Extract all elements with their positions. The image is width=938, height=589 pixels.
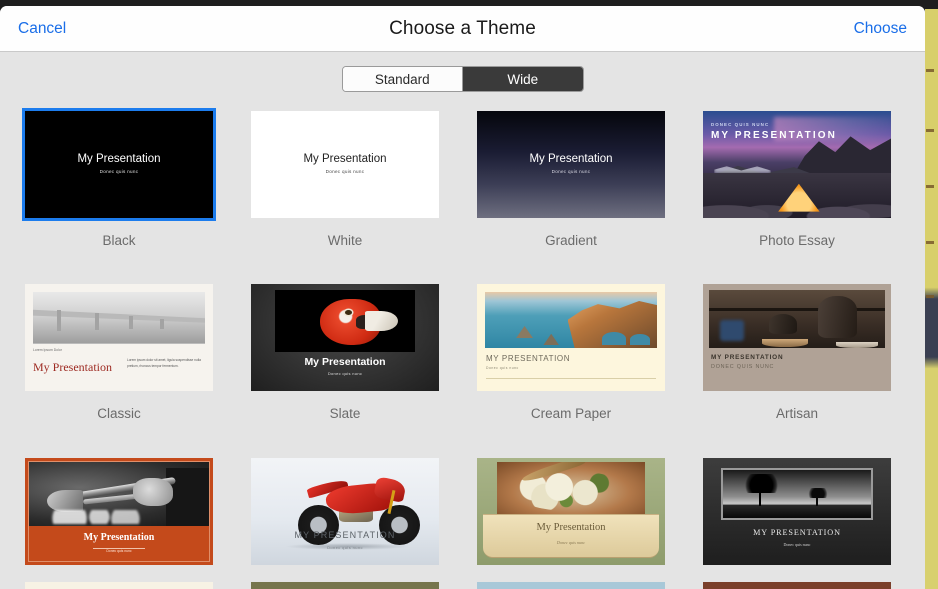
- theme-thumbnail-cream-paper[interactable]: MY PRESENTATION Donec quis nunc: [474, 281, 668, 394]
- theme-cell-renaissance[interactable]: My Presentation Donec quis nunc Renaissa…: [474, 455, 668, 589]
- slide-subtitle: DONEC QUIS NUNC: [711, 364, 774, 370]
- theme-cell-classic[interactable]: Lorem Ipsum Dolor My Presentation Lorem …: [22, 281, 216, 441]
- theme-thumbnail-gradient[interactable]: My Presentation Donec quis nunc: [474, 108, 668, 221]
- choose-button[interactable]: Choose: [848, 16, 913, 42]
- theme-thumbnail-artisan[interactable]: MY PRESENTATION DONEC QUIS NUNC: [700, 281, 894, 394]
- slide-title: MY PRESENTATION: [703, 528, 891, 537]
- sheet-header: Cancel Choose a Theme Choose: [0, 6, 925, 52]
- food-photo: [497, 462, 645, 516]
- slide-subtitle: Lorem Ipsum Dolor: [33, 348, 62, 352]
- theme-thumbnail-photo-essay[interactable]: DONEC QUIS NUNC MY PRESENTATION: [700, 108, 894, 221]
- theme-thumbnail-white[interactable]: My Presentation Donec quis nunc: [248, 108, 442, 221]
- pottery-photo: [709, 290, 885, 348]
- page-title: Choose a Theme: [389, 18, 536, 40]
- theme-label: White: [248, 234, 442, 248]
- background-document-strip: [925, 9, 938, 589]
- theme-thumbnail-improv[interactable]: My Presentation Donec quis nunc: [22, 455, 216, 568]
- slide-subtitle: DONEC QUIS NUNC: [711, 122, 769, 127]
- theme-cell-white[interactable]: My Presentation Donec quis nunc White: [248, 108, 442, 268]
- theme-label: Classic: [22, 407, 216, 421]
- slide-subtitle: Donec quis nunc: [251, 371, 439, 376]
- slide-subtitle: Donec quis nunc: [25, 169, 213, 174]
- slide-title: My Presentation: [477, 153, 665, 165]
- cancel-button[interactable]: Cancel: [12, 16, 72, 42]
- theme-thumbnail-black[interactable]: My Presentation Donec quis nunc: [22, 108, 216, 221]
- slide-subtitle: Donec quis nunc: [25, 549, 213, 553]
- slide-title: My Presentation: [33, 360, 112, 375]
- theme-cell-black[interactable]: My Presentation Donec quis nunc Black: [22, 108, 216, 268]
- coast-photo: [485, 292, 657, 348]
- theme-label: Photo Portfolio: [700, 581, 894, 589]
- segment-wide[interactable]: Wide: [463, 67, 583, 91]
- slide-title: MY PRESENTATION: [711, 354, 783, 361]
- theme-label: Artisan: [700, 407, 894, 421]
- slide-title: My Presentation: [25, 153, 213, 165]
- theme-label: Gradient: [474, 234, 668, 248]
- slide-subtitle: Donec quis nunc: [486, 366, 519, 370]
- theme-label: Improv: [22, 581, 216, 589]
- divider: [486, 378, 656, 379]
- slide-subtitle: Donec quis nunc: [703, 542, 891, 547]
- theme-label: Cream Paper: [474, 407, 668, 421]
- slide-title: MY PRESENTATION: [251, 530, 439, 540]
- slide-title: My Presentation: [477, 522, 665, 533]
- slide-subtitle: Donec quis nunc: [251, 169, 439, 174]
- theme-label: Slate: [248, 407, 442, 421]
- theme-thumbnail-renaissance[interactable]: My Presentation Donec quis nunc: [474, 455, 668, 568]
- parrot-photo: [275, 290, 415, 352]
- theme-cell-improv[interactable]: My Presentation Donec quis nunc Improv: [22, 455, 216, 589]
- segment-standard[interactable]: Standard: [343, 67, 464, 91]
- slide-title: My Presentation: [25, 532, 213, 543]
- theme-label: Black: [22, 234, 216, 248]
- theme-label: Showroom: [248, 581, 442, 589]
- theme-cell-gradient[interactable]: My Presentation Donec quis nunc Gradient: [474, 108, 668, 268]
- theme-thumbnail-slate[interactable]: My Presentation Donec quis nunc: [248, 281, 442, 394]
- theme-thumbnail-photo-portfolio[interactable]: MY PRESENTATION Donec quis nunc: [700, 455, 894, 568]
- theme-chooser-sheet: Cancel Choose a Theme Choose Standard Wi…: [0, 6, 925, 589]
- slide-subtitle: Donec quis nunc: [251, 545, 439, 550]
- theme-cell-photo-essay[interactable]: DONEC QUIS NUNC MY PRESENTATION Photo Es…: [700, 108, 894, 268]
- theme-cell-photo-portfolio[interactable]: MY PRESENTATION Donec quis nunc Photo Po…: [700, 455, 894, 589]
- theme-grid: My Presentation Donec quis nunc Black My…: [0, 108, 925, 589]
- slide-subtitle: Donec quis nunc: [477, 169, 665, 174]
- slide-title: MY PRESENTATION: [711, 130, 837, 141]
- theme-thumbnail-showroom[interactable]: MY PRESENTATION Donec quis nunc: [248, 455, 442, 568]
- trombone-photo: [29, 462, 209, 526]
- theme-cell-artisan[interactable]: MY PRESENTATION DONEC QUIS NUNC Artisan: [700, 281, 894, 441]
- slide-title: My Presentation: [251, 356, 439, 368]
- aspect-ratio-segmented-control[interactable]: Standard Wide: [342, 66, 584, 92]
- tree-photo: [721, 468, 873, 520]
- theme-cell-cream-paper[interactable]: MY PRESENTATION Donec quis nunc Cream Pa…: [474, 281, 668, 441]
- theme-label: Renaissance: [474, 581, 668, 589]
- bridge-photo: [33, 292, 205, 344]
- theme-cell-slate[interactable]: My Presentation Donec quis nunc Slate: [248, 281, 442, 441]
- theme-thumbnail-classic[interactable]: Lorem Ipsum Dolor My Presentation Lorem …: [22, 281, 216, 394]
- slide-body: Lorem ipsum dolor sit amet, ligula suspe…: [127, 358, 205, 369]
- theme-label: Photo Essay: [700, 234, 894, 248]
- slide-title: My Presentation: [251, 153, 439, 165]
- slide-title: MY PRESENTATION: [486, 354, 570, 363]
- slide-subtitle: Donec quis nunc: [477, 540, 665, 545]
- theme-cell-showroom[interactable]: MY PRESENTATION Donec quis nunc Showroom: [248, 455, 442, 589]
- banner: [483, 514, 659, 558]
